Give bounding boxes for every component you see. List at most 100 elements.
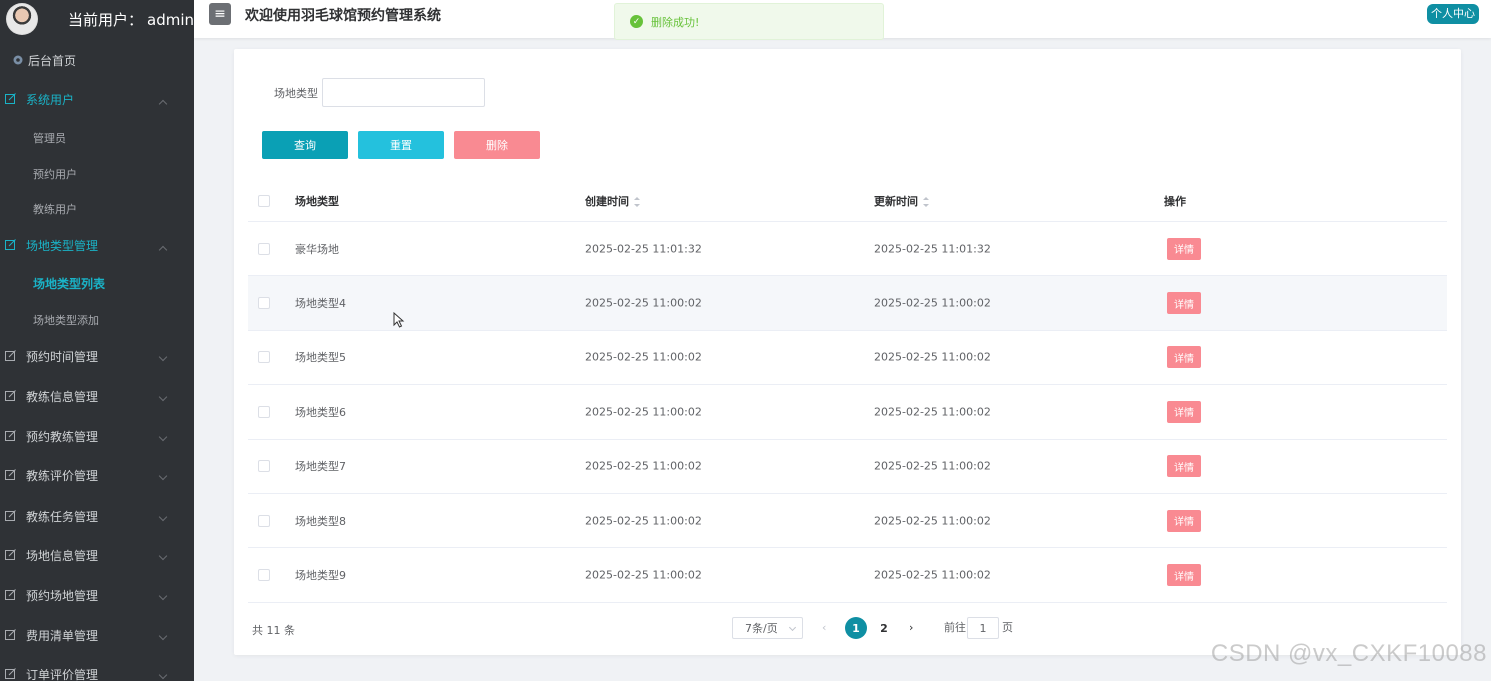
total-count: 共 11 条	[252, 624, 295, 637]
cell-venue-type: 场地类型9	[295, 569, 346, 583]
query-button[interactable]: 查询	[262, 131, 348, 159]
row-checkbox[interactable]	[258, 242, 270, 255]
detail-button[interactable]: 详情	[1167, 292, 1201, 315]
sidebar-item-admin[interactable]: 管理员	[33, 130, 66, 146]
sidebar-group-coach-task[interactable]: 教练任务管理	[0, 508, 194, 524]
sidebar-group-fee-list[interactable]: 费用清单管理	[0, 627, 194, 643]
mouse-cursor-icon	[393, 311, 405, 331]
menu-toggle-icon[interactable]: ≡	[209, 3, 231, 25]
page-2-button[interactable]: 2	[873, 617, 895, 639]
sidebar-group-coach-info[interactable]: 教练信息管理	[0, 388, 194, 404]
sidebar-group-label: 预约场地管理	[26, 588, 99, 603]
sidebar-item-home[interactable]: 后台首页	[0, 52, 194, 68]
row-checkbox[interactable]	[258, 569, 270, 582]
current-user-label: 当前用户：	[67, 10, 143, 29]
sidebar-group-order-review[interactable]: 订单评价管理	[0, 666, 194, 681]
home-icon	[12, 54, 24, 66]
table-row[interactable]: 豪华场地 2025-02-25 11:01:32 2025-02-25 11:0…	[248, 222, 1447, 277]
header-updated-time[interactable]: 更新时间	[874, 193, 929, 209]
edit-icon	[5, 430, 17, 442]
detail-button[interactable]: 详情	[1167, 509, 1201, 532]
system-title: 欢迎使用羽毛球馆预约管理系统	[245, 8, 441, 24]
sidebar-group-system-users[interactable]: 系统用户	[0, 91, 194, 109]
header-actions: 操作	[1164, 194, 1186, 208]
toast-message: 删除成功!	[651, 15, 700, 29]
edit-icon	[5, 549, 17, 561]
cell-created-time: 2025-02-25 11:00:02	[585, 568, 702, 582]
detail-button[interactable]: 详情	[1167, 237, 1201, 260]
table-row[interactable]: 场地类型5 2025-02-25 11:00:02 2025-02-25 11:…	[248, 331, 1447, 386]
goto-suffix: 页	[1002, 621, 1013, 634]
sidebar-item-venue-type-list[interactable]: 场地类型列表	[33, 275, 105, 292]
data-table: 场地类型 创建时间 更新时间 操作 豪华场地 2025-02-25 11:01:…	[248, 180, 1447, 603]
sidebar-group-label: 教练信息管理	[26, 389, 99, 404]
goto-label: 前往	[944, 621, 966, 634]
watermark: CSDN @vx_CXKF10088	[1210, 640, 1487, 667]
table-row[interactable]: 场地类型9 2025-02-25 11:00:02 2025-02-25 11:…	[248, 548, 1447, 603]
sidebar-group-label: 场地类型管理	[26, 238, 99, 253]
next-page-button[interactable]: ›	[909, 617, 913, 639]
reset-button[interactable]: 重置	[358, 131, 444, 159]
sidebar-item-booking-users[interactable]: 预约用户	[33, 166, 77, 182]
sidebar-item-coach-users[interactable]: 教练用户	[33, 201, 77, 217]
success-toast: ✓ 删除成功!	[614, 3, 884, 40]
table-row[interactable]: 场地类型8 2025-02-25 11:00:02 2025-02-25 11:…	[248, 494, 1447, 549]
header-created-time[interactable]: 创建时间	[585, 193, 640, 209]
prev-page-button[interactable]: ‹	[822, 617, 826, 639]
edit-icon	[5, 469, 17, 481]
page-1-button[interactable]: 1	[845, 617, 867, 639]
edit-icon	[5, 350, 17, 362]
cell-updated-time: 2025-02-25 11:00:02	[874, 568, 991, 582]
sort-icon[interactable]	[634, 196, 640, 207]
sidebar-group-label: 系统用户	[26, 92, 75, 107]
cell-venue-type: 场地类型6	[295, 405, 346, 419]
profile-button[interactable]: 个人中心	[1427, 4, 1479, 24]
sidebar-group-booking-venue[interactable]: 预约场地管理	[0, 587, 194, 603]
table-row[interactable]: 场地类型7 2025-02-25 11:00:02 2025-02-25 11:…	[248, 440, 1447, 494]
cell-venue-type: 豪华场地	[295, 242, 339, 256]
edit-icon	[5, 589, 17, 601]
table-row[interactable]: 场地类型6 2025-02-25 11:00:02 2025-02-25 11:…	[248, 385, 1447, 440]
detail-button[interactable]: 详情	[1167, 564, 1201, 587]
sidebar-group-label: 教练任务管理	[26, 509, 99, 524]
sidebar-item-venue-type-add[interactable]: 场地类型添加	[33, 312, 99, 328]
edit-icon	[5, 629, 17, 641]
edit-icon	[5, 239, 17, 251]
sort-icon[interactable]	[923, 196, 929, 207]
delete-button[interactable]: 删除	[454, 131, 540, 159]
row-checkbox[interactable]	[258, 405, 270, 418]
cell-created-time: 2025-02-25 11:00:02	[585, 459, 702, 473]
sidebar-group-venue-info[interactable]: 场地信息管理	[0, 547, 194, 563]
cell-created-time: 2025-02-25 11:00:02	[585, 350, 702, 364]
sidebar-group-booking-time[interactable]: 预约时间管理	[0, 348, 194, 364]
row-checkbox[interactable]	[258, 460, 270, 473]
row-checkbox[interactable]	[258, 297, 270, 310]
cell-venue-type: 场地类型4	[295, 297, 346, 311]
page-size-select[interactable]: 7条/页	[732, 617, 803, 639]
avatar[interactable]	[6, 3, 38, 35]
detail-button[interactable]: 详情	[1167, 346, 1201, 369]
cell-updated-time: 2025-02-25 11:00:02	[874, 350, 991, 364]
current-user: 当前用户： admin	[64, 9, 194, 30]
header-venue-type: 场地类型	[295, 194, 339, 208]
venue-type-input[interactable]	[322, 78, 485, 107]
top-header: ≡ 欢迎使用羽毛球馆预约管理系统 ✓ 删除成功! 个人中心	[194, 0, 1491, 40]
sidebar-header: 当前用户： admin	[0, 0, 194, 38]
sidebar-group-booking-coach[interactable]: 预约教练管理	[0, 428, 194, 444]
detail-button[interactable]: 详情	[1167, 400, 1201, 423]
select-all-checkbox[interactable]	[258, 194, 270, 207]
cell-updated-time: 2025-02-25 11:00:02	[874, 405, 991, 419]
sidebar-group-coach-review[interactable]: 教练评价管理	[0, 467, 194, 483]
goto-page-input[interactable]: 1	[967, 617, 999, 639]
edit-icon	[5, 390, 17, 402]
detail-button[interactable]: 详情	[1167, 455, 1201, 478]
table-row[interactable]: 场地类型4 2025-02-25 11:00:02 2025-02-25 11:…	[248, 276, 1447, 331]
row-checkbox[interactable]	[258, 514, 270, 527]
cell-updated-time: 2025-02-25 11:01:32	[874, 242, 991, 256]
sidebar-group-venue-type[interactable]: 场地类型管理	[0, 237, 194, 255]
row-checkbox[interactable]	[258, 351, 270, 364]
cell-venue-type: 场地类型5	[295, 351, 346, 365]
chevron-down-icon	[788, 623, 797, 632]
current-username: admin	[147, 10, 194, 29]
cell-venue-type: 场地类型8	[295, 514, 346, 528]
